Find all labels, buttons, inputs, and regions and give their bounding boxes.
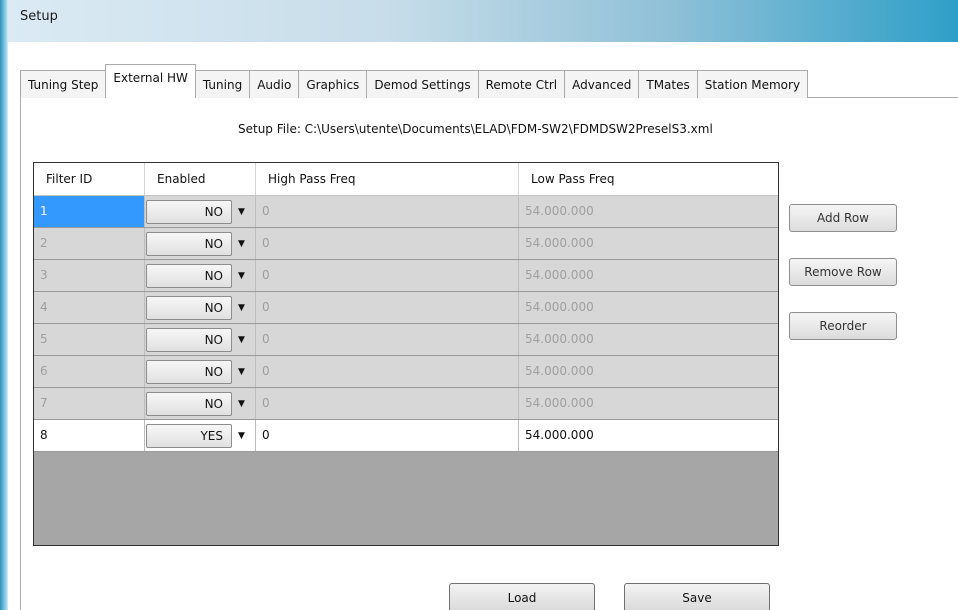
low-pass-freq-cell[interactable]: 54.000.000 (519, 292, 778, 323)
enabled-dropdown[interactable]: NO ▼ (146, 232, 251, 256)
chevron-down-icon[interactable]: ▼ (232, 200, 251, 224)
column-header-filter-id[interactable]: Filter ID (34, 163, 145, 195)
enabled-dropdown-value[interactable]: NO (146, 328, 232, 352)
chevron-down-icon[interactable]: ▼ (232, 392, 251, 416)
filter-id-cell[interactable]: 2 (34, 228, 145, 259)
filter-id-cell[interactable]: 4 (34, 292, 145, 323)
table-row[interactable]: 1 0 54.000.000 NO ▼ (34, 196, 778, 228)
chevron-down-icon[interactable]: ▼ (232, 264, 251, 288)
enabled-dropdown[interactable]: NO ▼ (146, 392, 251, 416)
low-pass-freq-cell[interactable]: 54.000.000 (519, 324, 778, 355)
title-bar[interactable]: Setup (8, 0, 958, 42)
enabled-dropdown[interactable]: NO ▼ (146, 264, 251, 288)
tab-demod-settings[interactable]: Demod Settings (366, 70, 479, 98)
window-left-edge (0, 0, 8, 610)
low-pass-freq-cell[interactable]: 54.000.000 (519, 388, 778, 419)
tab-advanced[interactable]: Advanced (564, 70, 640, 98)
chevron-down-icon[interactable]: ▼ (232, 296, 251, 320)
table-row[interactable]: 2 0 54.000.000 NO ▼ (34, 228, 778, 260)
chevron-down-icon[interactable]: ▼ (232, 424, 251, 448)
tab-tuning-step[interactable]: Tuning Step (20, 70, 107, 98)
reorder-button[interactable]: Reorder (789, 312, 897, 340)
enabled-dropdown[interactable]: NO ▼ (146, 328, 251, 352)
tab-tuning[interactable]: Tuning (194, 70, 251, 98)
filter-id-cell[interactable]: 6 (34, 356, 145, 387)
high-pass-freq-cell[interactable]: 0 (256, 388, 519, 419)
window-title: Setup (20, 9, 58, 24)
high-pass-freq-cell[interactable]: 0 (256, 260, 519, 291)
filter-id-cell[interactable]: 5 (34, 324, 145, 355)
enabled-dropdown[interactable]: YES ▼ (146, 424, 251, 448)
chevron-down-icon[interactable]: ▼ (232, 360, 251, 384)
enabled-dropdown-value[interactable]: NO (146, 232, 232, 256)
load-button[interactable]: Load (449, 583, 595, 610)
low-pass-freq-cell[interactable]: 54.000.000 (519, 356, 778, 387)
filter-id-cell[interactable]: 8 (34, 420, 145, 451)
filter-id-cell[interactable]: 3 (34, 260, 145, 291)
high-pass-freq-cell[interactable]: 0 (256, 292, 519, 323)
high-pass-freq-cell[interactable]: 0 (256, 324, 519, 355)
filter-grid[interactable]: Filter ID Enabled High Pass Freq Low Pas… (33, 162, 779, 546)
table-row[interactable]: 8 0 54.000.000 YES ▼ (34, 420, 778, 452)
column-header-enabled[interactable]: Enabled (145, 163, 256, 195)
chevron-down-icon[interactable]: ▼ (232, 328, 251, 352)
filter-id-cell[interactable]: 7 (34, 388, 145, 419)
low-pass-freq-cell[interactable]: 54.000.000 (519, 228, 778, 259)
low-pass-freq-cell[interactable]: 54.000.000 (519, 260, 778, 291)
tab-station-memory[interactable]: Station Memory (696, 70, 809, 98)
enabled-dropdown[interactable]: NO ▼ (146, 360, 251, 384)
tab-tmates[interactable]: TMates (638, 70, 698, 98)
enabled-dropdown-value[interactable]: NO (146, 392, 232, 416)
column-header-high-pass-freq[interactable]: High Pass Freq (256, 163, 519, 195)
low-pass-freq-cell[interactable]: 54.000.000 (519, 196, 778, 227)
low-pass-freq-cell[interactable]: 54.000.000 (519, 420, 778, 451)
tab-graphics[interactable]: Graphics (298, 70, 368, 98)
table-row[interactable]: 3 0 54.000.000 NO ▼ (34, 260, 778, 292)
high-pass-freq-cell[interactable]: 0 (256, 420, 519, 451)
grid-header: Filter ID Enabled High Pass Freq Low Pas… (34, 163, 778, 196)
table-row[interactable]: 4 0 54.000.000 NO ▼ (34, 292, 778, 324)
chevron-down-icon[interactable]: ▼ (232, 232, 251, 256)
add-row-button[interactable]: Add Row (789, 204, 897, 232)
tab-strip: Tuning Step External HW Tuning Audio Graphic… (20, 64, 809, 98)
enabled-dropdown-value[interactable]: YES (146, 424, 232, 448)
enabled-dropdown-value[interactable]: NO (146, 360, 232, 384)
tab-panel-border-left (20, 97, 21, 610)
column-header-low-pass-freq[interactable]: Low Pass Freq (519, 163, 778, 195)
setup-file-path: Setup File: C:\Users\utente\Documents\EL… (238, 122, 713, 136)
enabled-dropdown[interactable]: NO ▼ (146, 200, 251, 224)
setup-dialog: Tuning Step External HW Tuning Audio Graphic… (8, 42, 958, 610)
tab-audio[interactable]: Audio (249, 70, 300, 98)
high-pass-freq-cell[interactable]: 0 (256, 196, 519, 227)
enabled-dropdown-value[interactable]: NO (146, 296, 232, 320)
remove-row-button[interactable]: Remove Row (789, 258, 897, 286)
high-pass-freq-cell[interactable]: 0 (256, 356, 519, 387)
high-pass-freq-cell[interactable]: 0 (256, 228, 519, 259)
tab-remote-ctrl[interactable]: Remote Ctrl (477, 70, 566, 98)
table-row[interactable]: 5 0 54.000.000 NO ▼ (34, 324, 778, 356)
tab-external-hw[interactable]: External HW (105, 64, 196, 98)
table-row[interactable]: 7 0 54.000.000 NO ▼ (34, 388, 778, 420)
filter-id-cell[interactable]: 1 (34, 196, 145, 227)
save-button[interactable]: Save (624, 583, 770, 610)
enabled-dropdown-value[interactable]: NO (146, 264, 232, 288)
table-row[interactable]: 6 0 54.000.000 NO ▼ (34, 356, 778, 388)
enabled-dropdown-value[interactable]: NO (146, 200, 232, 224)
enabled-dropdown[interactable]: NO ▼ (146, 296, 251, 320)
